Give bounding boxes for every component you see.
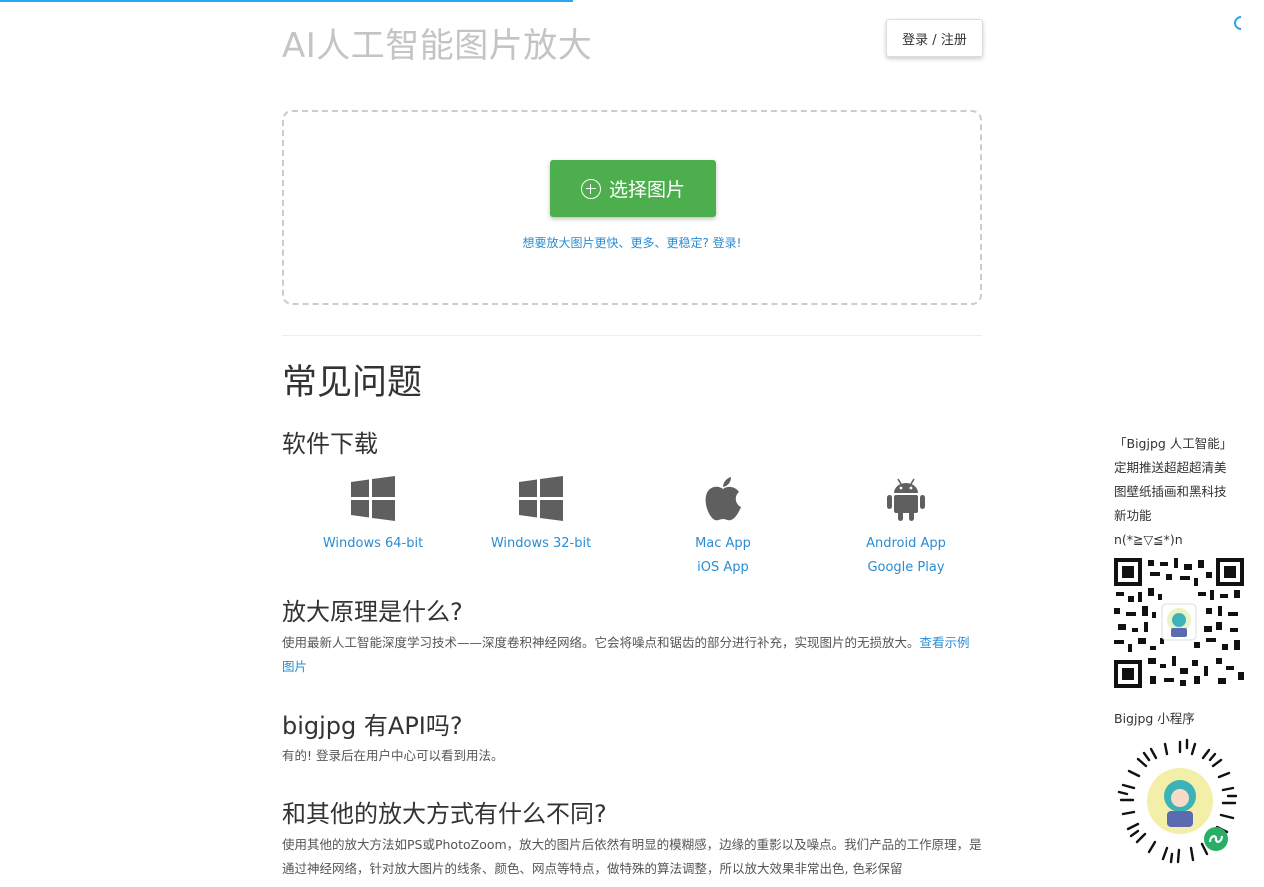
select-image-label: 选择图片 <box>608 179 685 201</box>
login-register-button[interactable]: 登录 / 注册 <box>886 19 983 57</box>
mac-app-link[interactable]: Mac App <box>632 532 814 556</box>
page-load-progress-bar <box>0 0 573 2</box>
android-app-link[interactable]: Android App <box>815 532 997 556</box>
loading-spinner-icon <box>1231 13 1251 33</box>
windows-icon[interactable] <box>516 474 566 524</box>
download-windows-32: Windows 32-bit <box>450 474 632 556</box>
site-title: AI人工智能图片放大 <box>282 26 593 66</box>
api-text: 有的! 登录后在用户中心可以看到用法。 <box>282 748 504 763</box>
windows-64-link[interactable]: Windows 64-bit <box>282 532 464 556</box>
select-image-button[interactable]: 选择图片 <box>550 160 716 217</box>
difference-heading: 和其他的放大方式有什么不同? <box>282 800 607 828</box>
promo-line: 定期推送超超超清美 <box>1114 460 1227 475</box>
software-download-heading: 软件下载 <box>282 430 378 458</box>
principle-body: 使用最新人工智能深度学习技术——深度卷积神经网络。它会将噪点和锯齿的部分进行补充… <box>282 635 920 650</box>
promo-line: 「Bigjpg 人工智能」 <box>1114 436 1233 451</box>
promo-line: n(*≧▽≦*)n <box>1114 532 1183 547</box>
plus-circle-icon <box>580 178 601 199</box>
android-icon[interactable] <box>881 474 931 524</box>
windows-32-link[interactable]: Windows 32-bit <box>450 532 632 556</box>
qr-code-icon <box>1114 558 1244 688</box>
section-divider <box>282 335 982 336</box>
download-android: Android App Google Play <box>815 474 997 580</box>
principle-heading: 放大原理是什么? <box>282 598 463 626</box>
google-play-link[interactable]: Google Play <box>815 556 997 580</box>
download-windows-64: Windows 64-bit <box>282 474 464 556</box>
apple-icon[interactable] <box>698 474 748 524</box>
promo-line: 新功能 <box>1114 508 1152 523</box>
promo-line: 图壁纸插画和黑科技 <box>1114 484 1227 499</box>
wechat-mini-program-code-icon <box>1117 738 1238 864</box>
principle-text: 使用最新人工智能深度学习技术——深度卷积神经网络。它会将噪点和锯齿的部分进行补充… <box>282 631 982 679</box>
api-heading: bigjpg 有API吗? <box>282 712 463 740</box>
download-apple: Mac App iOS App <box>632 474 814 580</box>
login-hint-link[interactable]: 想要放大图片更快、更多、更稳定? 登录! <box>284 234 980 251</box>
ios-app-link[interactable]: iOS App <box>632 556 814 580</box>
windows-icon[interactable] <box>348 474 398 524</box>
mini-program-label: Bigjpg 小程序 <box>1114 711 1195 726</box>
difference-text: 使用其他的放大方法如PS或PhotoZoom，放大的图片后依然有明显的模糊感，边… <box>282 837 982 876</box>
upload-drop-zone[interactable]: 选择图片 想要放大图片更快、更多、更稳定? 登录! <box>282 110 982 305</box>
faq-heading: 常见问题 <box>282 363 423 403</box>
side-promo-panel: 「Bigjpg 人工智能」 定期推送超超超清美 图壁纸插画和黑科技 新功能 n(… <box>1114 432 1254 864</box>
